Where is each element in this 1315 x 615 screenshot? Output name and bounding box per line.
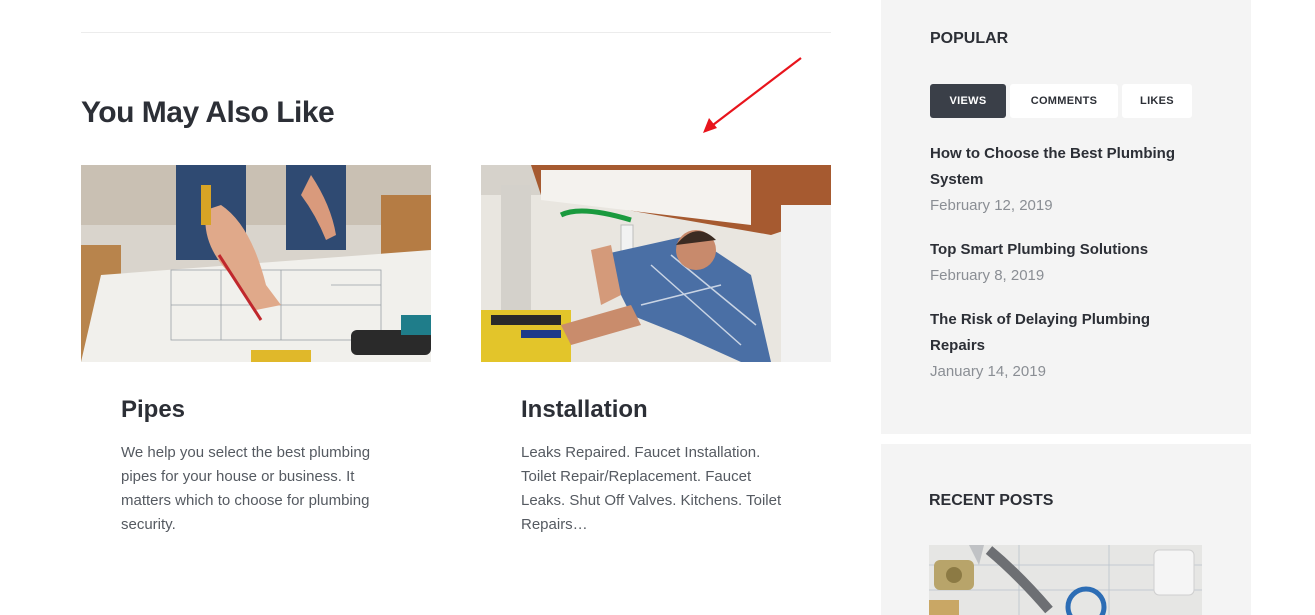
- popular-post-title[interactable]: How to Choose the Best Plumbing System: [930, 141, 1192, 193]
- popular-tabs: VIEWS COMMENTS LIKES: [930, 84, 1192, 118]
- related-heading: You May Also Like: [81, 96, 335, 129]
- popular-post-date: February 12, 2019: [930, 197, 1053, 214]
- recent-post-thumbnail[interactable]: [929, 545, 1202, 615]
- recent-posts-title: RECENT POSTS: [929, 492, 1054, 509]
- tab-views[interactable]: VIEWS: [930, 84, 1006, 118]
- annotation-arrow-icon: [703, 57, 802, 133]
- related-card-pipes[interactable]: Pipes We help you select the best plumbi…: [81, 165, 431, 537]
- card-image-installation[interactable]: [481, 165, 831, 362]
- card-excerpt: We help you select the best plumbing pip…: [121, 444, 371, 533]
- popular-post-title[interactable]: The Risk of Delaying Plumbing Repairs: [930, 307, 1192, 359]
- popular-post: How to Choose the Best Plumbing System F…: [930, 141, 1192, 214]
- card-title[interactable]: Installation: [521, 396, 831, 424]
- popular-post: The Risk of Delaying Plumbing Repairs Ja…: [930, 307, 1192, 380]
- popular-widget-title: POPULAR: [930, 30, 1009, 47]
- popular-post-date: February 8, 2019: [930, 267, 1045, 284]
- popular-widget: POPULAR VIEWS COMMENTS LIKES How to Choo…: [881, 0, 1251, 434]
- related-card-installation[interactable]: Installation Leaks Repaired. Faucet Inst…: [481, 165, 831, 537]
- popular-post-date: January 14, 2019: [930, 363, 1046, 380]
- tab-comments[interactable]: COMMENTS: [1010, 84, 1118, 118]
- card-excerpt: Leaks Repaired. Faucet Installation. Toi…: [521, 444, 782, 533]
- tab-likes[interactable]: LIKES: [1122, 84, 1192, 118]
- card-image-pipes[interactable]: [81, 165, 431, 362]
- card-title[interactable]: Pipes: [121, 396, 431, 424]
- popular-post: Top Smart Plumbing Solutions February 8,…: [930, 237, 1192, 284]
- content-divider: [81, 32, 831, 33]
- popular-post-title[interactable]: Top Smart Plumbing Solutions: [930, 237, 1192, 263]
